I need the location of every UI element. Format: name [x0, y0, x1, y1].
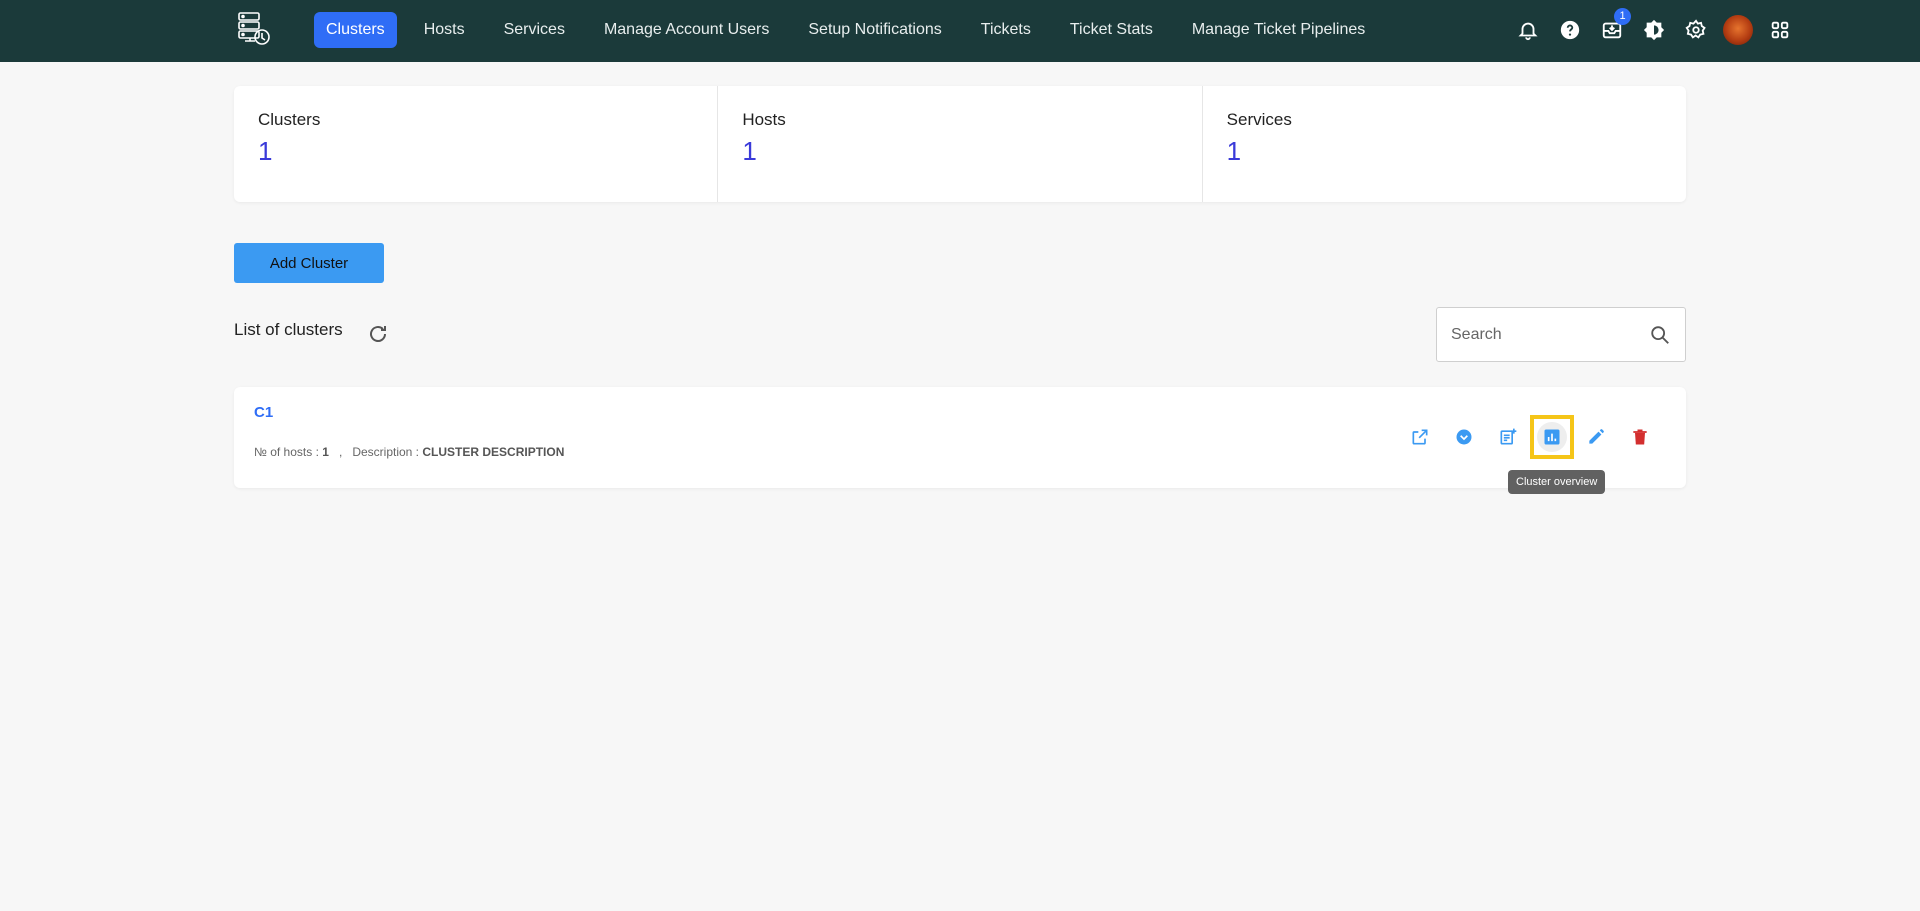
hosts-count: 1	[322, 445, 329, 459]
cluster-overview-button[interactable]	[1530, 415, 1574, 459]
cluster-actions	[1398, 415, 1662, 459]
open-external-button[interactable]	[1398, 415, 1442, 459]
note-add-icon	[1500, 428, 1517, 445]
refresh-icon[interactable]	[366, 322, 390, 346]
gear-icon[interactable]	[1676, 10, 1716, 50]
summary-stats-card: Clusters 1 Hosts 1 Services 1	[234, 86, 1686, 202]
main-nav: Clusters Hosts Services Manage Account User…	[314, 12, 1392, 48]
stat-label: Hosts	[742, 110, 786, 129]
stat-clusters: Clusters 1	[234, 86, 719, 202]
stat-value: 1	[742, 136, 757, 166]
stat-services: Services 1	[1203, 86, 1686, 202]
delete-button[interactable]	[1618, 415, 1662, 459]
stat-hosts: Hosts 1	[718, 86, 1203, 202]
inbox-badge: 1	[1614, 8, 1631, 25]
edit-button[interactable]	[1574, 415, 1618, 459]
cluster-overview-icon-wrap	[1537, 422, 1567, 452]
hosts-label: № of hosts :	[254, 445, 319, 459]
pencil-icon	[1589, 429, 1604, 444]
description-label: Description :	[352, 445, 420, 459]
nav-item-services[interactable]: Services	[492, 12, 577, 48]
stat-value: 1	[1226, 136, 1242, 166]
add-note-button[interactable]	[1486, 415, 1530, 459]
app-logo-icon[interactable]	[235, 10, 273, 48]
top-navigation-bar: Clusters Hosts Services Manage Account User…	[0, 0, 1920, 62]
description-value: CLUSTER DESCRIPTION	[422, 445, 565, 459]
topbar-actions: 1	[1506, 8, 1800, 50]
stat-label: Services	[1226, 110, 1292, 129]
avatar-image	[1723, 15, 1753, 45]
chevron-down-circle-icon	[1456, 429, 1472, 445]
inbox-icon[interactable]: 1	[1592, 8, 1632, 50]
nav-item-hosts[interactable]: Hosts	[412, 12, 477, 48]
open-external-icon	[1412, 429, 1428, 445]
nav-item-clusters[interactable]: Clusters	[314, 12, 397, 48]
brightness-icon[interactable]	[1634, 10, 1674, 50]
cluster-row: C1 № of hosts : 1 , Description : CLUSTE…	[234, 387, 1686, 488]
search-input[interactable]	[1451, 308, 1641, 361]
nav-item-tickets[interactable]: Tickets	[969, 12, 1043, 48]
cluster-name-link[interactable]: C1	[254, 404, 273, 421]
apps-grid-icon[interactable]	[1760, 10, 1800, 50]
bar-chart-icon	[1544, 429, 1560, 445]
list-title: List of clusters	[234, 320, 343, 339]
nav-item-setup-notifications[interactable]: Setup Notifications	[796, 12, 953, 48]
add-cluster-button[interactable]: Add Cluster	[234, 243, 384, 283]
bell-icon[interactable]	[1508, 10, 1548, 50]
nav-item-ticket-stats[interactable]: Ticket Stats	[1058, 12, 1165, 48]
cluster-overview-tooltip: Cluster overview	[1508, 470, 1606, 494]
meta-separator: ,	[338, 445, 343, 459]
help-icon[interactable]	[1550, 10, 1590, 50]
nav-item-manage-account-users[interactable]: Manage Account Users	[592, 12, 781, 48]
cluster-meta: № of hosts : 1 , Description : CLUSTER D…	[254, 445, 564, 459]
search-icon[interactable]	[1649, 324, 1671, 346]
stat-value: 1	[258, 136, 273, 166]
trash-icon	[1633, 429, 1647, 445]
avatar[interactable]	[1718, 10, 1758, 50]
stat-label: Clusters	[258, 110, 321, 129]
nav-item-manage-ticket-pipelines[interactable]: Manage Ticket Pipelines	[1180, 12, 1377, 48]
expand-button[interactable]	[1442, 415, 1486, 459]
search-box	[1436, 307, 1686, 362]
